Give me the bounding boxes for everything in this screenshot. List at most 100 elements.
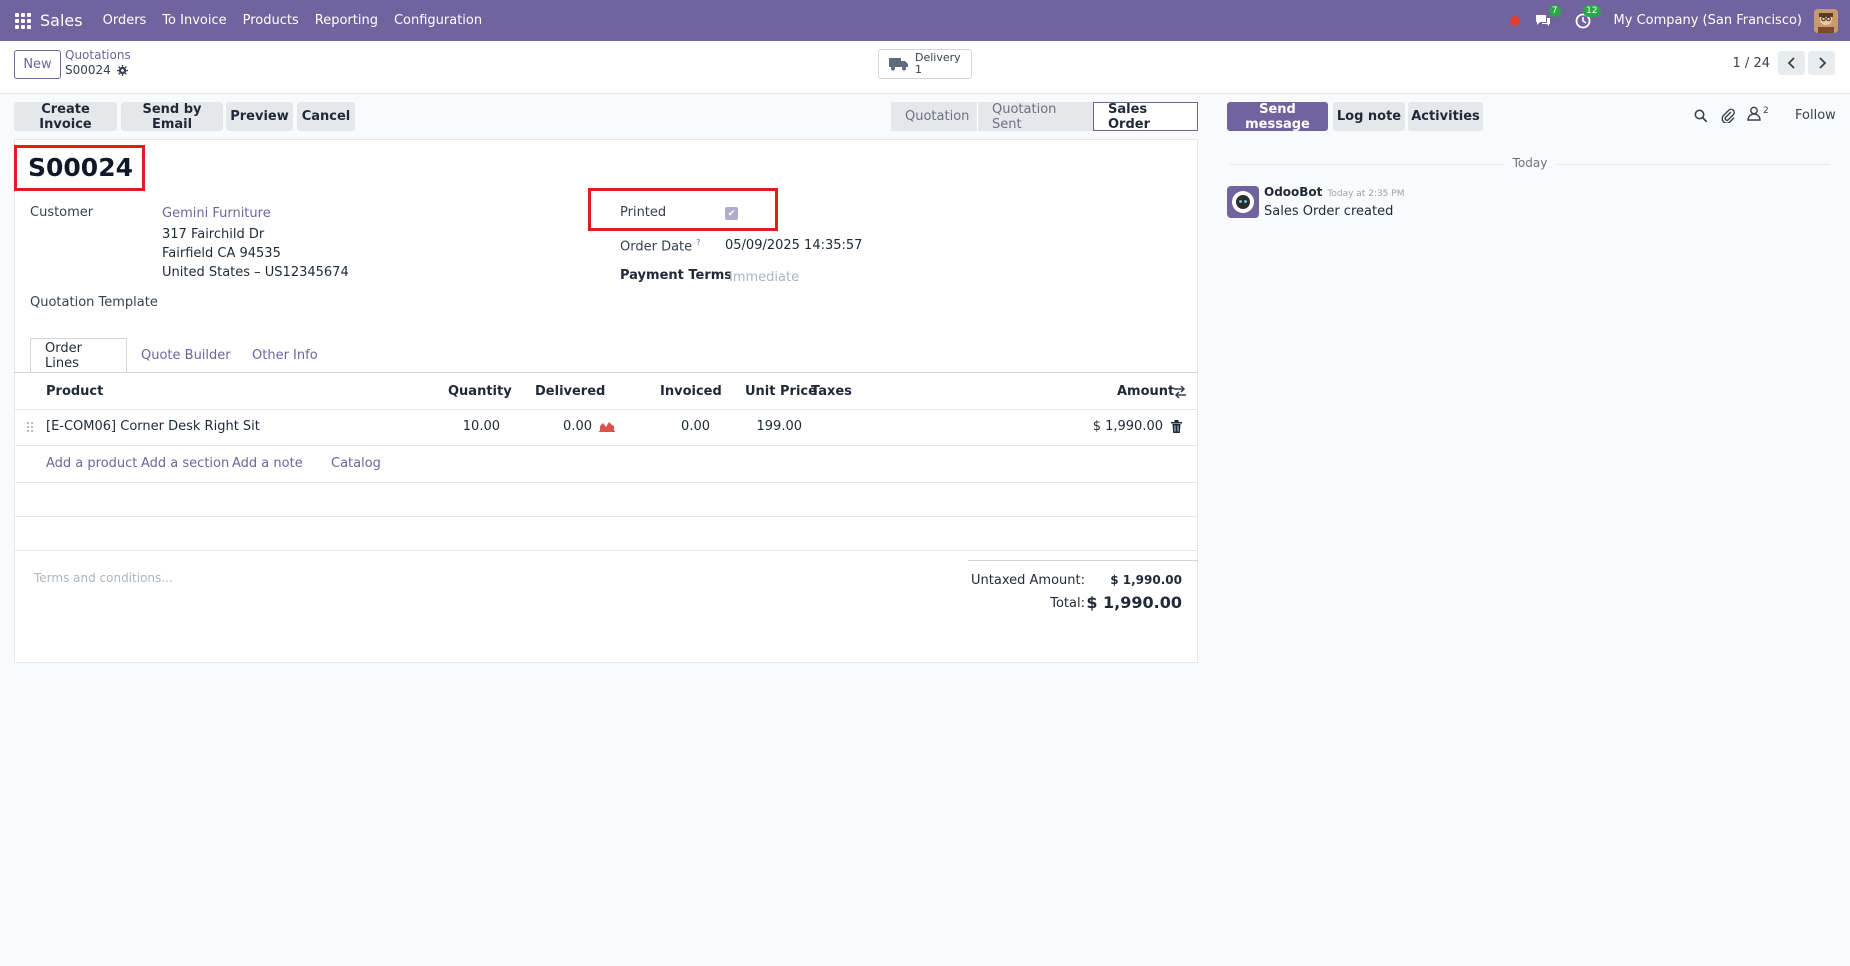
status-bar: Quotation Quotation Sent Sales Order	[891, 102, 1198, 132]
row-amount: $ 1,990.00	[1092, 419, 1163, 434]
app-name[interactable]: Sales	[40, 11, 83, 30]
add-section-link[interactable]: Add a section	[141, 456, 229, 471]
pager-next-button[interactable]	[1808, 51, 1835, 75]
chevron-left-icon	[1787, 57, 1795, 69]
col-header-taxes[interactable]: Taxes	[811, 384, 852, 399]
search-icon[interactable]	[1694, 109, 1708, 123]
apps-menu-icon[interactable]	[15, 12, 31, 29]
delivery-smart-button[interactable]: Delivery 1	[878, 49, 972, 79]
tab-quote-builder[interactable]: Quote Builder	[141, 338, 231, 373]
drag-handle-icon[interactable]	[26, 421, 34, 433]
menu-configuration[interactable]: Configuration	[394, 13, 482, 28]
payment-terms-input[interactable]: Immediate	[729, 270, 799, 285]
followers-count: 2	[1763, 106, 1769, 116]
customer-link[interactable]: Gemini Furniture	[162, 206, 271, 221]
tab-order-lines[interactable]: Order Lines	[30, 338, 127, 373]
add-product-link[interactable]: Add a product	[46, 456, 137, 471]
paperclip-icon[interactable]	[1721, 108, 1735, 123]
top-navbar: Sales Orders To Invoice Products Reporti…	[0, 0, 1850, 41]
control-panel: New Quotations S00024 Delivery 1 1 / 24	[0, 41, 1850, 94]
messages-badge: 7	[1548, 4, 1561, 17]
row-unit-price[interactable]: 199.00	[730, 419, 803, 434]
message-header: OdooBot Today at 2:35 PM	[1264, 185, 1404, 199]
terms-and-conditions-input[interactable]: Terms and conditions...	[34, 571, 173, 585]
pager-previous-button[interactable]	[1778, 51, 1805, 75]
gear-icon[interactable]	[116, 64, 128, 76]
untaxed-amount-label: Untaxed Amount:	[971, 573, 1085, 588]
breadcrumb-parent[interactable]: Quotations	[65, 48, 131, 62]
col-header-amount[interactable]: Amount	[1117, 384, 1174, 399]
send-by-email-button[interactable]: Send by Email	[121, 102, 223, 132]
followers-button[interactable]: 2	[1747, 106, 1769, 121]
breadcrumb-current-label: S00024	[65, 63, 111, 77]
new-button[interactable]: New	[14, 50, 61, 79]
user-avatar[interactable]	[1814, 8, 1838, 33]
table-empty-row-divider-3	[14, 550, 1198, 551]
breadcrumb-current: S00024	[65, 63, 128, 77]
col-header-unit-price[interactable]: Unit Price	[745, 384, 817, 399]
customer-address-line3: United States – US12345674	[162, 265, 349, 280]
messages-icon[interactable]: 7	[1534, 4, 1561, 30]
user-icon	[1747, 106, 1761, 121]
col-header-product[interactable]: Product	[46, 384, 103, 399]
printed-label: Printed	[620, 205, 667, 220]
menu-orders[interactable]: Orders	[103, 13, 147, 28]
col-header-delivered[interactable]: Delivered	[535, 384, 605, 399]
customer-label: Customer	[30, 205, 94, 220]
order-date-label-text: Order Date	[620, 239, 693, 255]
order-date-help-icon[interactable]: ?	[696, 238, 700, 247]
status-sales-order[interactable]: Sales Order	[1093, 102, 1198, 132]
row-invoiced[interactable]: 0.00	[650, 419, 710, 434]
col-header-invoiced[interactable]: Invoiced	[660, 384, 722, 399]
table-empty-row-divider-1	[14, 482, 1198, 483]
quotation-template-label: Quotation Template	[30, 295, 158, 310]
cancel-button[interactable]: Cancel	[297, 102, 355, 131]
menu-reporting[interactable]: Reporting	[315, 13, 378, 28]
today-label: Today	[1230, 156, 1830, 170]
create-invoice-button[interactable]: Create Invoice	[14, 102, 117, 132]
highlight-box-printed	[588, 188, 778, 231]
table-header-divider	[14, 409, 1198, 410]
menu-to-invoice[interactable]: To Invoice	[162, 13, 226, 28]
table-row-divider	[14, 445, 1198, 446]
add-note-link[interactable]: Add a note	[232, 456, 303, 471]
table-empty-row-divider-2	[14, 516, 1198, 517]
preview-button[interactable]: Preview	[226, 102, 293, 131]
optional-columns-toggle-icon[interactable]	[1173, 385, 1187, 399]
total-value: $ 1,990.00	[1086, 593, 1182, 612]
customer-address-line1: 317 Fairchild Dr	[162, 227, 265, 242]
follow-button[interactable]: Follow	[1795, 108, 1836, 123]
tab-other-info[interactable]: Other Info	[252, 338, 318, 373]
forecast-chart-icon[interactable]	[599, 420, 615, 432]
send-message-button[interactable]: Send message	[1227, 102, 1328, 132]
activities-clock-icon[interactable]: 12	[1574, 4, 1601, 30]
customer-address-line2: Fairfield CA 94535	[162, 246, 281, 261]
activities-button[interactable]: Activities	[1408, 102, 1483, 131]
row-product[interactable]: [E-COM06] Corner Desk Right Sit	[46, 419, 260, 434]
log-note-button[interactable]: Log note	[1333, 102, 1405, 131]
printed-checkbox[interactable]: ✔	[725, 207, 738, 220]
chevron-right-icon	[1818, 57, 1826, 69]
order-date-value[interactable]: 05/09/2025 14:35:57	[725, 238, 862, 253]
pager-value[interactable]: 1 / 24	[1733, 56, 1770, 71]
recording-indicator-icon	[1509, 15, 1520, 26]
payment-terms-label: Payment Terms	[620, 268, 733, 283]
status-quotation-sent[interactable]: Quotation Sent	[977, 102, 1093, 132]
catalog-link[interactable]: Catalog	[331, 456, 381, 471]
status-quotation[interactable]: Quotation	[891, 102, 977, 131]
trash-icon[interactable]	[1171, 420, 1182, 433]
tabs-divider	[14, 372, 1198, 373]
today-label-text: Today	[1502, 156, 1558, 170]
order-reference-title: S00024	[28, 153, 133, 182]
row-quantity[interactable]: 10.00	[450, 419, 500, 434]
row-delivered[interactable]: 0.00	[540, 419, 592, 434]
truck-icon	[889, 58, 908, 71]
activities-badge: 12	[1583, 4, 1601, 17]
company-switcher[interactable]: My Company (San Francisco)	[1614, 13, 1802, 28]
message-body: Sales Order created	[1264, 204, 1394, 219]
menu-products[interactable]: Products	[243, 13, 299, 28]
message-time: Today at 2:35 PM	[1327, 189, 1405, 199]
col-header-quantity[interactable]: Quantity	[448, 384, 512, 399]
message-author: OdooBot	[1264, 185, 1323, 199]
untaxed-amount-value: $ 1,990.00	[1110, 573, 1182, 587]
